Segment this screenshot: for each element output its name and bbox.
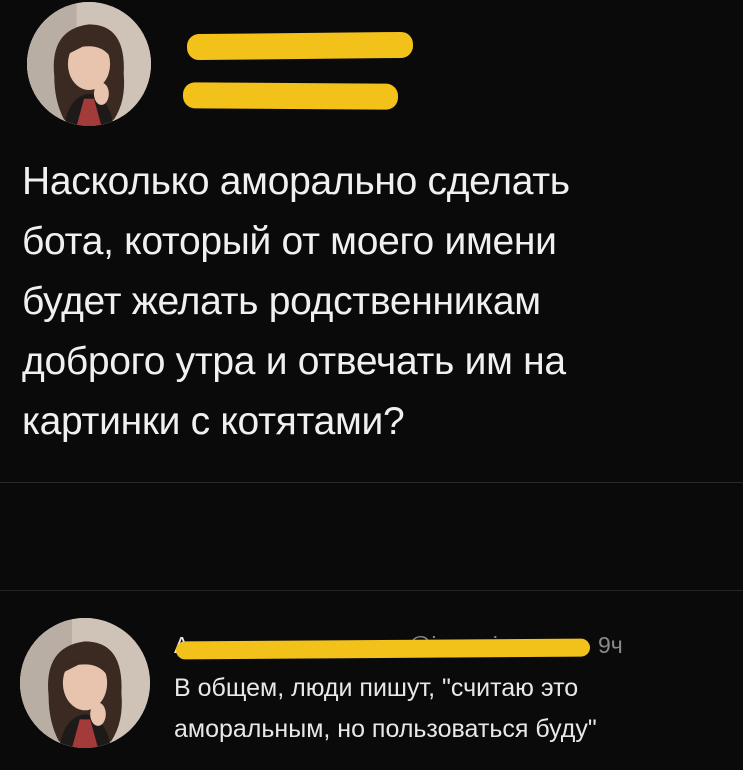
redacted-author-name (186, 31, 414, 61)
redacted-reply-author (175, 638, 591, 660)
reply-timestamp[interactable]: 9ч (598, 632, 623, 659)
post-author-avatar[interactable] (27, 2, 151, 126)
avatar-photo (27, 2, 151, 126)
post-text: Насколько аморально сделать бота, которы… (22, 160, 570, 443)
reply-author-avatar[interactable] (20, 618, 150, 748)
redacted-author-handle (182, 82, 399, 110)
avatar-photo (20, 618, 150, 748)
post-divider (0, 482, 743, 483)
reply-text: В общем, люди пишут, "считаю это амораль… (174, 674, 597, 743)
reply-divider (0, 590, 743, 591)
